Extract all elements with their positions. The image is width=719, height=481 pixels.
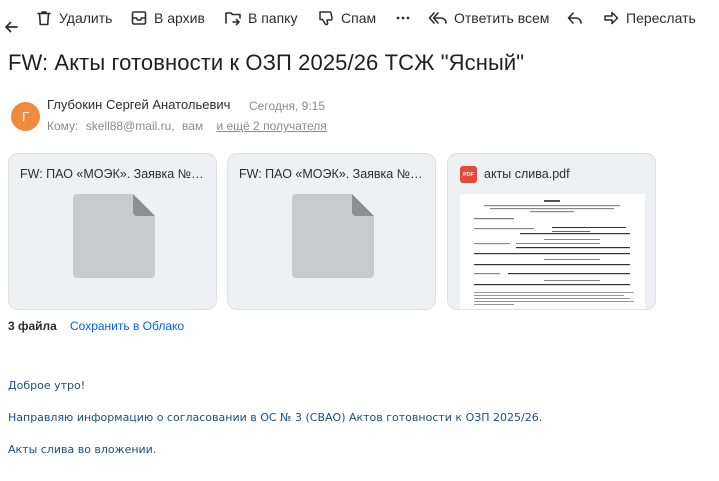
attachments-footer: 3 файла Сохранить в Облако <box>8 319 184 333</box>
back-button[interactable] <box>2 9 20 45</box>
pdf-page-preview <box>460 194 645 309</box>
forward-button[interactable]: Переслать <box>602 0 696 36</box>
sender-name[interactable]: Глубокин Сергей Анатольевич <box>47 97 230 112</box>
pdf-preview-graphic <box>474 200 634 305</box>
archive-icon <box>131 11 147 25</box>
delete-button[interactable]: Удалить <box>35 0 112 36</box>
thumbs-down-icon <box>319 11 333 26</box>
file-icon <box>73 194 155 278</box>
spam-label: Спам <box>341 10 377 26</box>
recipients-line: Кому: skell88@mail.ru, вам и ещё 2 получ… <box>47 119 331 133</box>
recipients-label: Кому: <box>47 119 79 133</box>
pdf-icon: PDF <box>460 166 477 183</box>
reply-icon <box>567 12 582 24</box>
body-paragraph: Направляю информацию о согласовании в ОС… <box>8 411 543 424</box>
archive-label: В архив <box>154 10 205 26</box>
archive-button[interactable]: В архив <box>130 0 205 36</box>
attachment-card-pdf[interactable]: PDF акты слива.pdf <box>447 153 656 310</box>
forward-icon <box>604 11 619 25</box>
reply-all-button[interactable]: Ответить всем <box>428 0 549 36</box>
more-dots-icon <box>396 16 410 20</box>
forward-label: Переслать <box>626 10 696 26</box>
recipient-you: вам <box>181 119 204 133</box>
attachment-name: акты слива.pdf <box>484 167 570 181</box>
recipient-email[interactable]: skell88@mail.ru, <box>86 119 175 133</box>
folder-move-icon <box>225 12 241 26</box>
file-icon <box>292 194 374 278</box>
spam-button[interactable]: Спам <box>317 0 376 36</box>
delete-label: Удалить <box>59 10 113 26</box>
message-toolbar: Удалить В архив В папку Спам Ответить вс… <box>0 0 719 36</box>
reply-all-icon <box>428 12 447 24</box>
message-time: Сегодня, 9:15 <box>249 99 326 113</box>
trash-icon <box>37 11 51 26</box>
folder-label: В папку <box>248 10 298 26</box>
more-recipients-link[interactable]: и ещё 2 получателя <box>216 119 326 133</box>
reply-all-label: Ответить всем <box>454 10 550 26</box>
more-button[interactable] <box>395 0 411 36</box>
reply-button[interactable] <box>566 0 584 36</box>
attachment-count: 3 файла <box>8 319 57 333</box>
save-to-cloud-link[interactable]: Сохранить в Облако <box>70 319 184 333</box>
attachment-name: FW: ПАО «МОЭК». Заявка №ОС-3 (СВАО) <box>20 167 208 181</box>
attachment-card[interactable]: FW: ПАО «МОЭК». Заявка №ОС-3 (СВАО) <box>227 153 436 310</box>
avatar[interactable]: Г <box>11 102 40 131</box>
attachment-name: FW: ПАО «МОЭК». Заявка №ОС-3 (СВАО) <box>239 167 427 181</box>
message-subject: FW: Акты готовности к ОЗП 2025/26 ТСЖ "Я… <box>8 50 525 75</box>
attachment-card[interactable]: FW: ПАО «МОЭК». Заявка №ОС-3 (СВАО) <box>8 153 217 310</box>
move-to-folder-button[interactable]: В папку <box>224 0 297 36</box>
body-paragraph: Акты слива во вложении. <box>8 443 157 456</box>
body-greeting: Доброе утро! <box>8 379 86 392</box>
arrow-left-icon <box>5 21 18 33</box>
